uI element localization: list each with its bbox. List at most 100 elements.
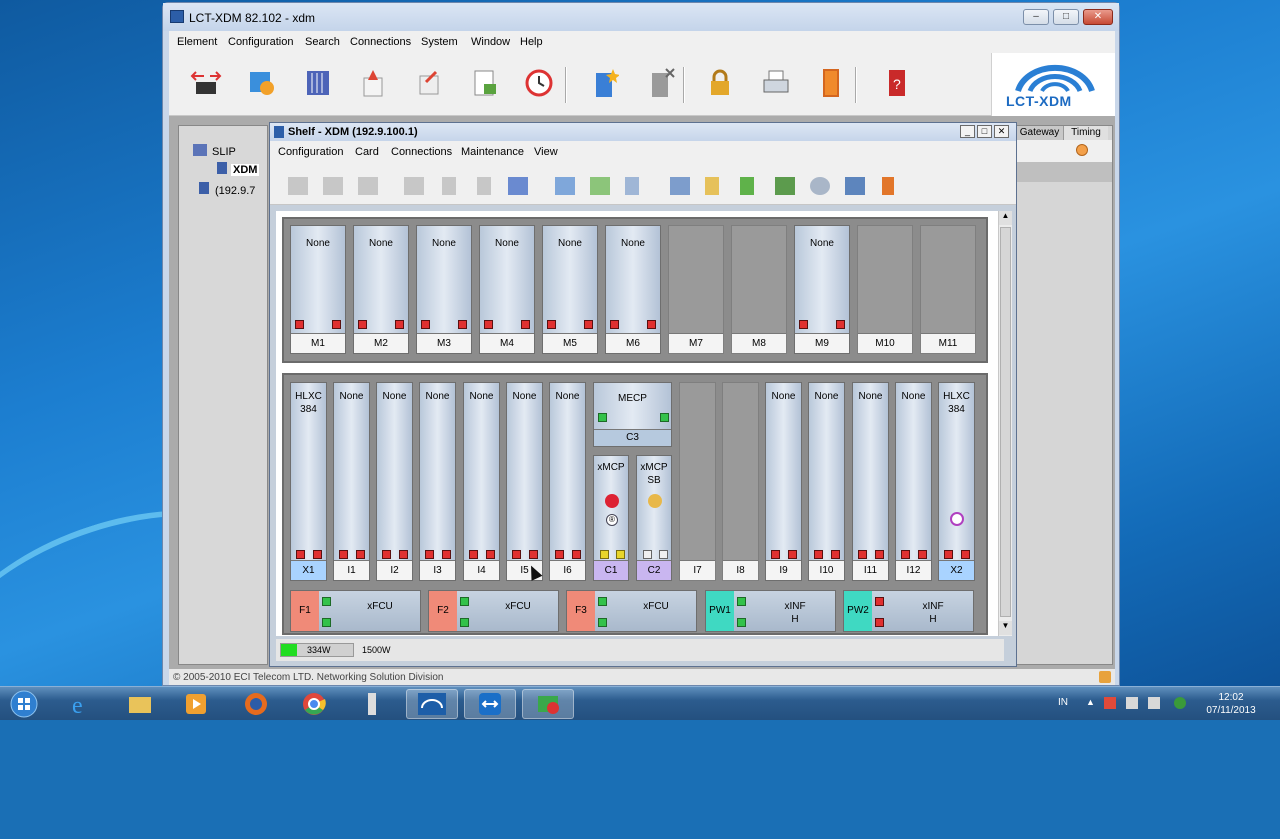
report-icon[interactable] <box>468 65 502 101</box>
clock-icon[interactable] <box>522 65 556 101</box>
shelf-minimize-button[interactable]: _ <box>960 125 975 138</box>
tree-item-xdm[interactable]: XDM <box>231 164 260 176</box>
clock[interactable]: 12:02 07/11/2013 <box>1198 691 1264 717</box>
menu-search[interactable]: Search <box>305 36 340 48</box>
slot-i12[interactable]: None I12 <box>895 382 932 581</box>
maximize-button[interactable]: □ <box>1053 9 1079 25</box>
slot-m10[interactable]: M10 <box>857 225 913 354</box>
remote-taskbar-icon[interactable] <box>346 689 398 719</box>
element-manager-icon[interactable] <box>245 65 279 101</box>
start-button[interactable] <box>0 689 48 719</box>
shelf-menu-view[interactable]: View <box>534 146 558 158</box>
minimize-button[interactable]: – <box>1023 9 1049 25</box>
slot-x2[interactable]: HLXC 384 X2 <box>938 382 975 581</box>
tray-device-icon[interactable] <box>1148 697 1160 709</box>
psu-f2[interactable]: F2 xFCU <box>428 590 559 632</box>
new-element-icon[interactable] <box>587 65 621 101</box>
connect-icon[interactable] <box>189 65 223 101</box>
menu-element[interactable]: Element <box>177 36 217 48</box>
slot-m5[interactable]: None M5 <box>542 225 598 354</box>
scroll-thumb[interactable] <box>1000 227 1011 617</box>
card-info-icon[interactable] <box>442 177 456 195</box>
slot-i5[interactable]: None I5 <box>506 382 543 581</box>
alarms-icon[interactable] <box>356 65 390 101</box>
performance-icon[interactable] <box>775 177 795 195</box>
scroll-down-button[interactable]: ▼ <box>999 621 1012 635</box>
new-object-icon[interactable] <box>555 177 575 195</box>
tools-icon[interactable] <box>412 65 446 101</box>
slot-c3[interactable]: MECP C3 <box>593 382 672 447</box>
slot-c2[interactable]: xMCP SB C2 <box>636 455 672 581</box>
shelf-view-icon[interactable] <box>301 65 335 101</box>
help-icon[interactable]: ? <box>879 65 913 101</box>
lock-icon[interactable] <box>703 65 737 101</box>
slot-i7[interactable]: I7 <box>679 382 716 581</box>
psu-pw1[interactable]: PW1 xINF H <box>705 590 836 632</box>
slot-m3[interactable]: None M3 <box>416 225 472 354</box>
vertical-scrollbar[interactable]: ▲ ▼ <box>998 211 1012 636</box>
slot-m1[interactable]: None M1 <box>290 225 346 354</box>
edit-card-icon[interactable] <box>323 177 343 195</box>
settings-gear-icon[interactable] <box>810 177 830 195</box>
shelf-titlebar[interactable]: Shelf - XDM (192.9.100.1) _ □ ✕ <box>270 123 1016 141</box>
refresh-icon[interactable] <box>740 177 754 195</box>
main-titlebar[interactable]: LCT-XDM 82.102 - xdm – □ ✕ <box>163 3 1119 31</box>
slot-i10[interactable]: None I10 <box>808 382 845 581</box>
slot-i6[interactable]: None I6 <box>549 382 586 581</box>
ie-taskbar-icon[interactable]: e <box>56 689 108 719</box>
exit-icon[interactable] <box>882 177 894 195</box>
remove-card-icon[interactable] <box>358 177 378 195</box>
exit-door-icon[interactable] <box>813 65 847 101</box>
menu-configuration[interactable]: Configuration <box>228 36 293 48</box>
slot-m11[interactable]: M11 <box>920 225 976 354</box>
delete-element-icon[interactable] <box>643 65 677 101</box>
slot-m4[interactable]: None M4 <box>479 225 535 354</box>
slot-i9[interactable]: None I9 <box>765 382 802 581</box>
slot-m8[interactable]: M8 <box>731 225 787 354</box>
shelf-close-button[interactable]: ✕ <box>994 125 1009 138</box>
card-alarm-icon[interactable] <box>508 177 528 195</box>
shelf-maximize-button[interactable]: □ <box>977 125 992 138</box>
explorer-taskbar-icon[interactable] <box>114 689 166 719</box>
slot-i4[interactable]: None I4 <box>463 382 500 581</box>
close-button[interactable]: ✕ <box>1083 9 1113 25</box>
export-icon[interactable] <box>590 177 610 195</box>
scroll-up-button[interactable]: ▲ <box>999 211 1012 225</box>
shelf-menu-card[interactable]: Card <box>355 146 379 158</box>
tray-flag-icon[interactable] <box>1104 697 1116 709</box>
tray-network-icon[interactable] <box>1174 697 1186 709</box>
card-view-icon[interactable] <box>477 177 491 195</box>
shelf-menu-maintenance[interactable]: Maintenance <box>461 146 524 158</box>
document-icon[interactable] <box>625 177 639 195</box>
tree-item-ip[interactable]: (192.9.7 <box>215 185 255 197</box>
add-card-icon[interactable] <box>288 177 308 195</box>
slot-c1[interactable]: xMCP ® C1 <box>593 455 629 581</box>
firefox-taskbar-icon[interactable] <box>230 689 282 719</box>
slot-i2[interactable]: None I2 <box>376 382 413 581</box>
monitor-icon[interactable] <box>845 177 865 195</box>
chrome-taskbar-icon[interactable] <box>288 689 340 719</box>
protection-icon[interactable] <box>705 177 719 195</box>
slot-x1[interactable]: HLXC 384 X1 <box>290 382 327 581</box>
network-tool-taskbar-icon[interactable] <box>522 689 574 719</box>
slot-i8[interactable]: I8 <box>722 382 759 581</box>
list-icon[interactable] <box>670 177 690 195</box>
alarm-tray-icon[interactable] <box>1099 671 1111 683</box>
slot-i1[interactable]: None I1 <box>333 382 370 581</box>
slot-i3[interactable]: None I3 <box>419 382 456 581</box>
slot-m9[interactable]: None M9 <box>794 225 850 354</box>
slot-m6[interactable]: None M6 <box>605 225 661 354</box>
shelf-menu-connections[interactable]: Connections <box>391 146 452 158</box>
print-icon[interactable] <box>759 65 793 101</box>
media-player-taskbar-icon[interactable] <box>170 689 222 719</box>
psu-f3[interactable]: F3 xFCU <box>566 590 697 632</box>
tab-timing[interactable]: Timing <box>1064 126 1108 140</box>
lct-xdm-taskbar-icon[interactable] <box>406 689 458 719</box>
tree-item-slip[interactable]: SLIP <box>212 146 236 158</box>
tray-arrow-icon[interactable]: ▲ <box>1086 697 1098 709</box>
teamviewer-taskbar-icon[interactable] <box>464 689 516 719</box>
tab-gateway[interactable]: Gateway <box>1016 126 1064 140</box>
menu-window[interactable]: Window <box>471 36 510 48</box>
psu-f1[interactable]: F1 xFCU <box>290 590 421 632</box>
language-indicator[interactable]: IN <box>1058 697 1068 708</box>
